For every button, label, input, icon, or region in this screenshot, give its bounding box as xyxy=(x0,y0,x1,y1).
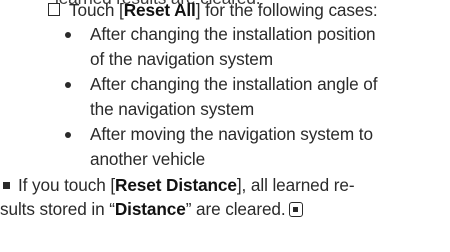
case-item-3-line-1: After moving the navigation system to xyxy=(90,124,373,144)
end-of-section-icon xyxy=(288,202,303,217)
reset-distance-note-line-2: sults stored in “Distance” are cleared. xyxy=(0,199,303,220)
bullet-dot-icon xyxy=(65,82,71,88)
reset-distance-label: Reset Distance xyxy=(115,175,237,195)
reset-all-intro: Touch [Reset All] for the following case… xyxy=(69,0,378,20)
distance-term: Distance xyxy=(114,199,186,219)
case-item-2-line-2: the navigation system xyxy=(90,99,255,119)
case-item-1-line-2: of the navigation system xyxy=(90,49,273,69)
bullet-dot-icon xyxy=(65,132,71,138)
checkbox-outline-icon xyxy=(48,3,60,16)
manual-page: learned results are cleared. Touch [Rese… xyxy=(0,0,450,252)
square-bullet-icon xyxy=(3,182,10,189)
bullet-dot-icon xyxy=(65,32,71,38)
reset-distance-note-line-1: If you touch [Reset Distance], all learn… xyxy=(18,175,355,195)
reset-all-label: Reset All xyxy=(123,0,196,20)
case-item-3-line-2: another vehicle xyxy=(90,149,206,169)
case-item-2-line-1: After changing the installation angle of xyxy=(90,74,378,94)
case-item-1-line-1: After changing the installation position xyxy=(90,24,376,44)
